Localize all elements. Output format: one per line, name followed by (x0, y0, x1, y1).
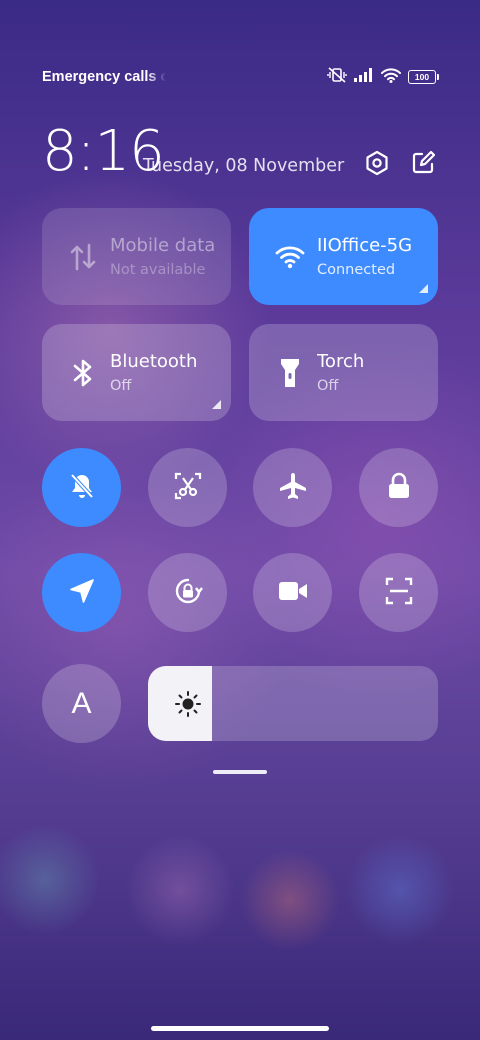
toggle-lock[interactable] (359, 448, 438, 527)
rotation-lock-icon (172, 575, 204, 611)
auto-brightness-button[interactable]: A (42, 664, 121, 743)
expand-corner-icon[interactable] (419, 284, 428, 293)
video-camera-icon (278, 580, 308, 606)
settings-hex-icon (364, 150, 390, 180)
tile-torch-title: Torch (317, 351, 365, 372)
edit-icon (411, 150, 436, 179)
tile-mobile-data-title: Mobile data (110, 235, 216, 256)
scissors-icon (174, 472, 202, 504)
lock-icon (387, 472, 411, 504)
expand-corner-icon[interactable] (212, 400, 221, 409)
status-bar: Emergency calls o 100 (42, 66, 439, 88)
tile-torch[interactable]: Torch Off (249, 324, 438, 421)
toggle-rotation-lock[interactable] (148, 553, 227, 632)
status-icons: 100 (327, 67, 439, 87)
tile-wifi-subtitle: Connected (317, 262, 396, 278)
wifi-tile-icon (275, 241, 305, 273)
tile-torch-subtitle: Off (317, 378, 339, 394)
wifi-icon (381, 67, 401, 87)
toggle-location[interactable] (42, 553, 121, 632)
mobile-data-icon (68, 241, 98, 273)
toggle-screenshot[interactable] (148, 448, 227, 527)
status-carrier-text: Emergency calls o (42, 69, 166, 85)
drag-handle[interactable] (213, 770, 267, 774)
location-icon (69, 578, 95, 608)
tile-bluetooth-title: Bluetooth (110, 351, 198, 372)
brightness-slider[interactable] (148, 666, 438, 741)
home-indicator[interactable] (151, 1026, 329, 1031)
signal-icon (354, 68, 374, 86)
tile-mobile-data-subtitle: Not available (110, 262, 206, 278)
torch-icon (275, 357, 305, 389)
bell-off-icon (67, 471, 97, 505)
toggle-scanner[interactable] (359, 553, 438, 632)
battery-icon: 100 (408, 70, 439, 84)
bluetooth-icon (68, 357, 98, 389)
airplane-icon (278, 471, 308, 505)
scan-icon (385, 577, 413, 609)
edit-button[interactable] (408, 150, 438, 180)
mute-vibrate-icon (327, 67, 347, 87)
tile-bluetooth[interactable]: Bluetooth Off (42, 324, 231, 421)
date: Tuesday, 08 November (143, 156, 345, 176)
toggle-airplane[interactable] (253, 448, 332, 527)
tile-wifi-title: IIOffice-5G (317, 235, 413, 256)
auto-brightness-label: A (71, 686, 92, 720)
brightness-icon (174, 690, 202, 718)
tile-bluetooth-subtitle: Off (110, 378, 132, 394)
tile-mobile-data[interactable]: Mobile data Not available (42, 208, 231, 305)
settings-button[interactable] (362, 150, 392, 180)
toggle-screen-recorder[interactable] (253, 553, 332, 632)
tile-wifi[interactable]: IIOffice-5G Connected (249, 208, 438, 305)
toggle-silent[interactable] (42, 448, 121, 527)
